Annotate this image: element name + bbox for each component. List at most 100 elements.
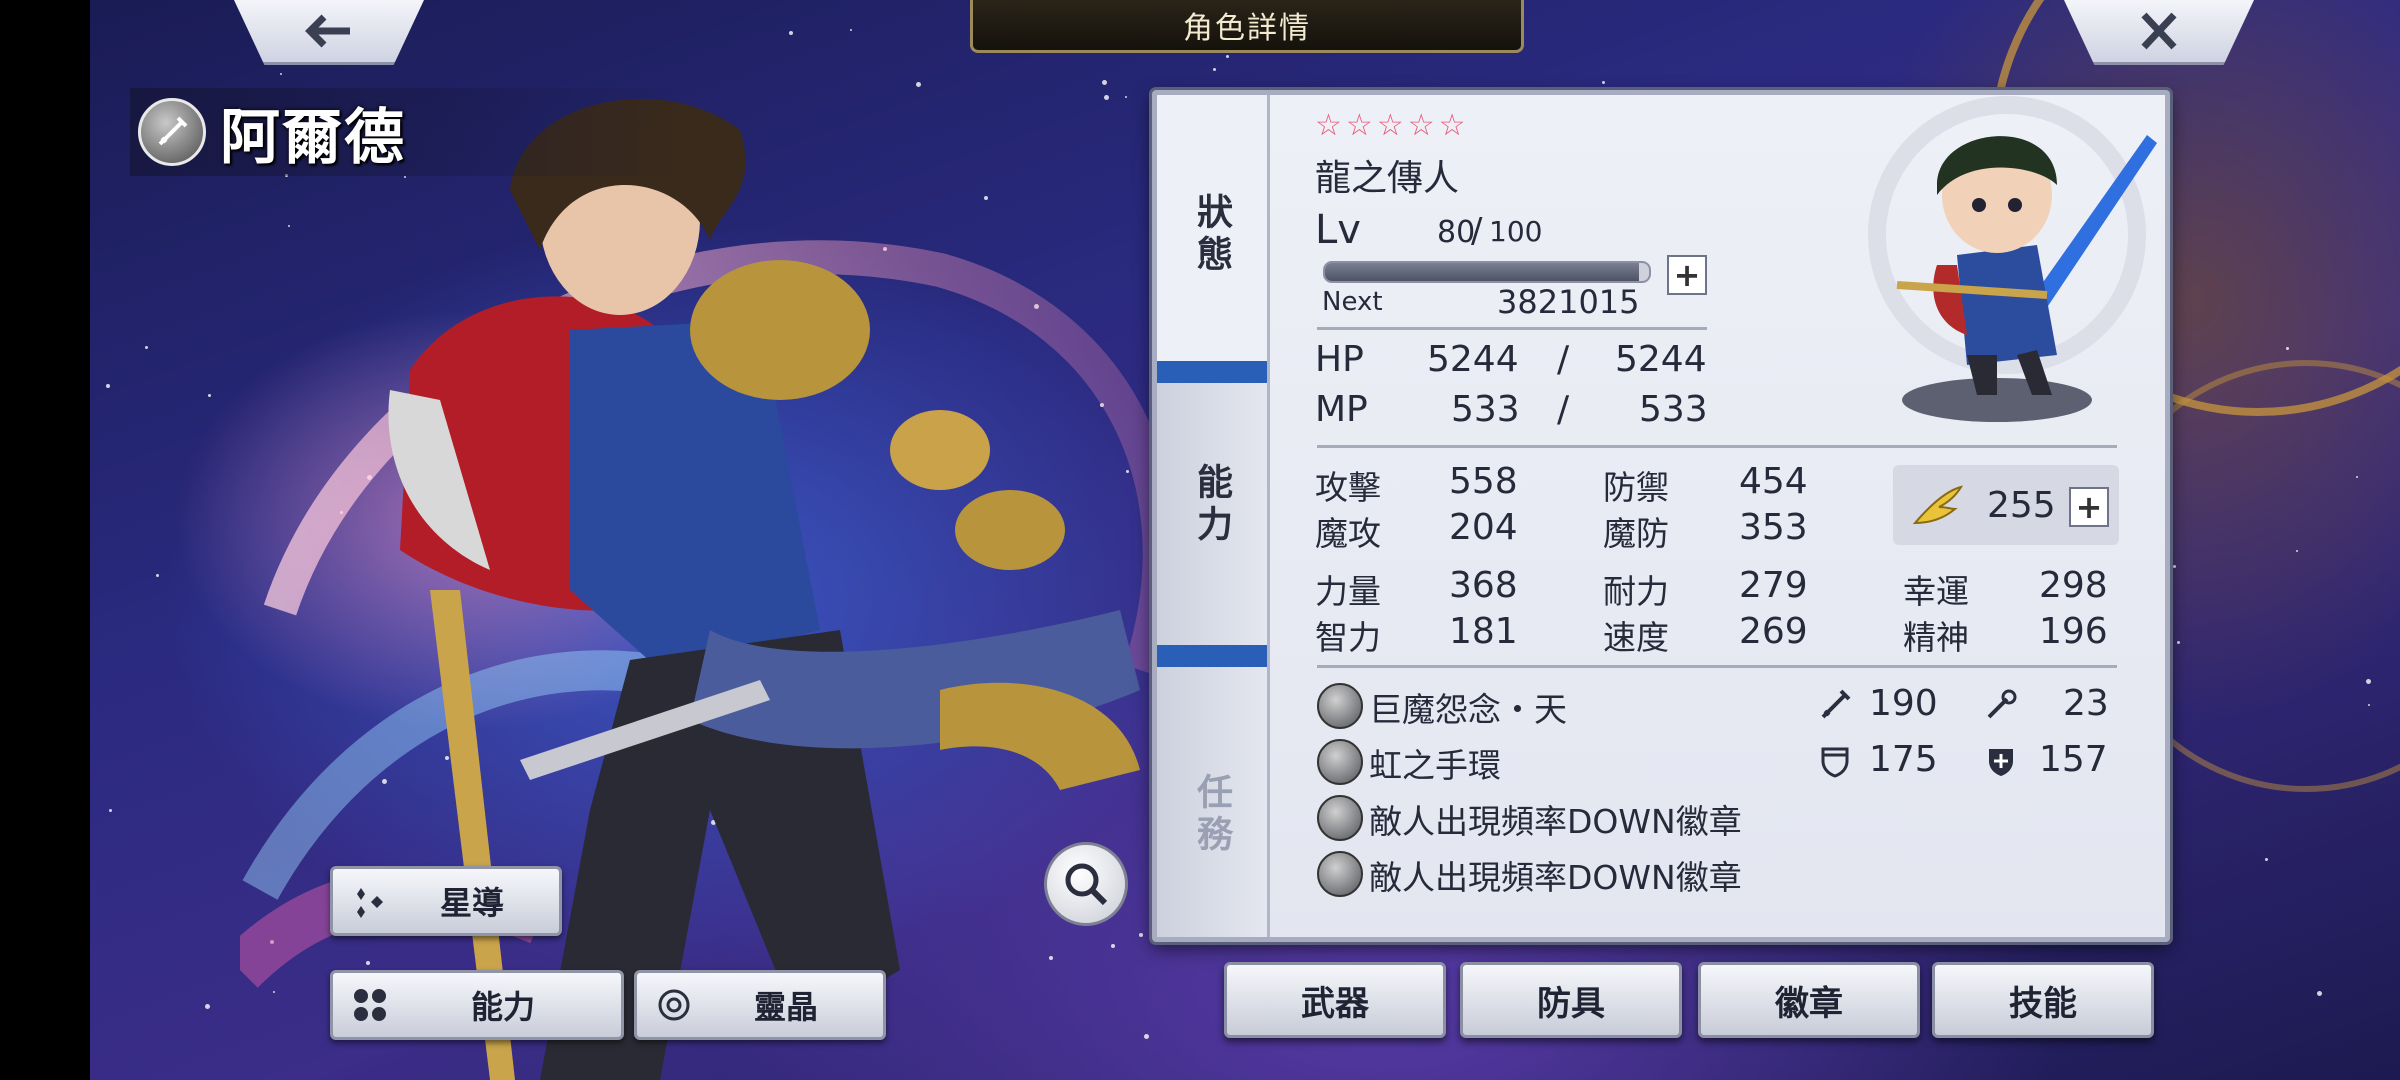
equip-mag-def: 157 — [2039, 739, 2108, 780]
luk-label: 幸運 — [1903, 572, 1969, 611]
rarity-star-icon: ☆ — [1376, 108, 1404, 143]
equip-badge-name[interactable]: 敵人出現頻率DOWN徽章 — [1369, 851, 1742, 899]
tab-quest[interactable]: 任務 — [1157, 745, 1267, 885]
back-button[interactable] — [234, 0, 424, 65]
panel-tabs: 狀態 能力 任務 — [1157, 95, 1270, 937]
atk-label: 攻擊 — [1315, 468, 1381, 507]
mp-current: 533 — [1451, 389, 1520, 430]
badge-equip-icon — [1317, 795, 1363, 841]
equip-badge-name[interactable]: 敵人出現頻率DOWN徽章 — [1369, 795, 1742, 843]
allocate-points-button[interactable]: + — [2069, 487, 2109, 527]
def-label: 防禦 — [1603, 468, 1669, 507]
mdef-label: 魔防 — [1603, 514, 1669, 553]
spi-value: 196 — [2039, 611, 2108, 652]
wing-points-icon — [1912, 485, 1964, 525]
back-arrow-icon — [305, 14, 350, 48]
star-guide-button[interactable]: 星導 — [330, 866, 562, 936]
rarity-star-icon: ☆ — [1407, 108, 1435, 143]
plus-icon: + — [2075, 488, 2103, 526]
hp-current: 5244 — [1427, 339, 1519, 380]
int-value: 181 — [1449, 611, 1518, 652]
hp-separator: / — [1557, 339, 1570, 380]
star-sparkle — [850, 29, 852, 31]
spi-label: 精神 — [1903, 618, 1969, 657]
star-sparkle — [145, 346, 148, 349]
vit-value: 279 — [1739, 565, 1808, 606]
star-guide-label: 星導 — [439, 884, 504, 922]
crystal-button[interactable]: 靈晶 — [634, 970, 886, 1040]
equip-mag-atk: 23 — [2063, 683, 2109, 724]
str-label: 力量 — [1315, 572, 1381, 611]
mdef-value: 353 — [1739, 507, 1808, 548]
bonus-points-value: 255 — [1987, 485, 2056, 526]
equip-weapon-name[interactable]: 巨魔怨念・天 — [1369, 683, 1567, 731]
accessory-equip-icon — [1317, 739, 1363, 785]
level-value: 80 — [1437, 215, 1476, 250]
divider — [1317, 665, 2117, 668]
mp-separator: / — [1557, 389, 1570, 430]
page-title: 角色詳情 — [970, 0, 1524, 53]
atk-value: 558 — [1449, 461, 1518, 502]
matk-label: 魔攻 — [1315, 514, 1381, 553]
spd-label: 速度 — [1603, 618, 1669, 657]
mp-max: 533 — [1639, 389, 1708, 430]
equip-phys-def: 175 — [1869, 739, 1938, 780]
mp-label: MP — [1315, 389, 1368, 430]
hp-label: HP — [1315, 339, 1364, 380]
divider — [1317, 445, 2117, 448]
tab-ability[interactable]: 能力 — [1157, 435, 1267, 575]
level-label: Lv — [1315, 207, 1361, 253]
spd-value: 269 — [1739, 611, 1808, 652]
crystal-label: 靈晶 — [753, 988, 818, 1026]
job-title: 龍之傳人 — [1315, 158, 1460, 199]
level-up-plus-button[interactable]: + — [1667, 255, 1707, 295]
skill-button[interactable]: 技能 — [1932, 962, 2154, 1038]
vit-label: 耐力 — [1603, 572, 1669, 611]
star-sparkle — [2265, 858, 2268, 861]
star-sparkle — [109, 809, 112, 812]
ability-button[interactable]: 能力 — [330, 970, 624, 1040]
next-label: Next — [1322, 287, 1383, 317]
ability-label: 能力 — [470, 988, 535, 1026]
character-name-banner: 阿爾德 — [130, 88, 698, 176]
weapon-equip-icon — [1317, 683, 1363, 729]
star-sparkle — [208, 394, 211, 397]
str-value: 368 — [1449, 565, 1518, 606]
star-sparkle — [1226, 55, 1229, 58]
level-max: 100 — [1489, 215, 1543, 248]
experience-bar — [1323, 261, 1651, 283]
crystal-icon — [658, 989, 690, 1021]
close-button[interactable] — [2064, 0, 2254, 65]
rarity-stars: ☆ ☆ ☆ ☆ ☆ — [1315, 111, 1466, 141]
character-name: 阿爾德 — [220, 102, 406, 173]
sword-stat-icon — [1821, 689, 1851, 719]
star-sparkle — [156, 574, 159, 577]
character-chibi-portrait — [1868, 96, 2157, 422]
weapon-button[interactable]: 武器 — [1224, 962, 1446, 1038]
armor-button[interactable]: 防具 — [1460, 962, 1682, 1038]
shield-stat-icon — [1821, 747, 1849, 778]
ability-grid-icon — [354, 989, 386, 1021]
close-icon — [2141, 12, 2177, 50]
tab-separator — [1157, 645, 1267, 667]
equip-accessory-name[interactable]: 虹之手環 — [1369, 739, 1501, 787]
zoom-button[interactable] — [1044, 842, 1128, 926]
matk-value: 204 — [1449, 507, 1518, 548]
status-panel: 狀態 能力 任務 ☆ ☆ ☆ ☆ ☆ 龍之傳人 Lv 80 / 100 + Next 3… — [1152, 90, 2170, 942]
hp-max: 5244 — [1615, 339, 1707, 380]
equip-phys-atk: 190 — [1869, 683, 1938, 724]
star-sparkle — [205, 1004, 210, 1009]
def-value: 454 — [1739, 461, 1808, 502]
star-sparkle — [2317, 991, 2322, 996]
tab-status[interactable]: 狀態 — [1157, 165, 1267, 305]
staff-stat-icon — [1987, 689, 2017, 719]
magic-shield-stat-icon — [1989, 749, 2013, 776]
star-sparkle — [789, 31, 793, 35]
divider — [1317, 327, 1707, 330]
magnifier-icon — [1065, 863, 1108, 906]
badge-button[interactable]: 徽章 — [1698, 962, 1920, 1038]
experience-bar-fill — [1325, 263, 1640, 281]
plus-icon: + — [1673, 256, 1701, 294]
star-guide-icon — [357, 888, 383, 918]
rarity-star-icon: ☆ — [1315, 108, 1342, 143]
